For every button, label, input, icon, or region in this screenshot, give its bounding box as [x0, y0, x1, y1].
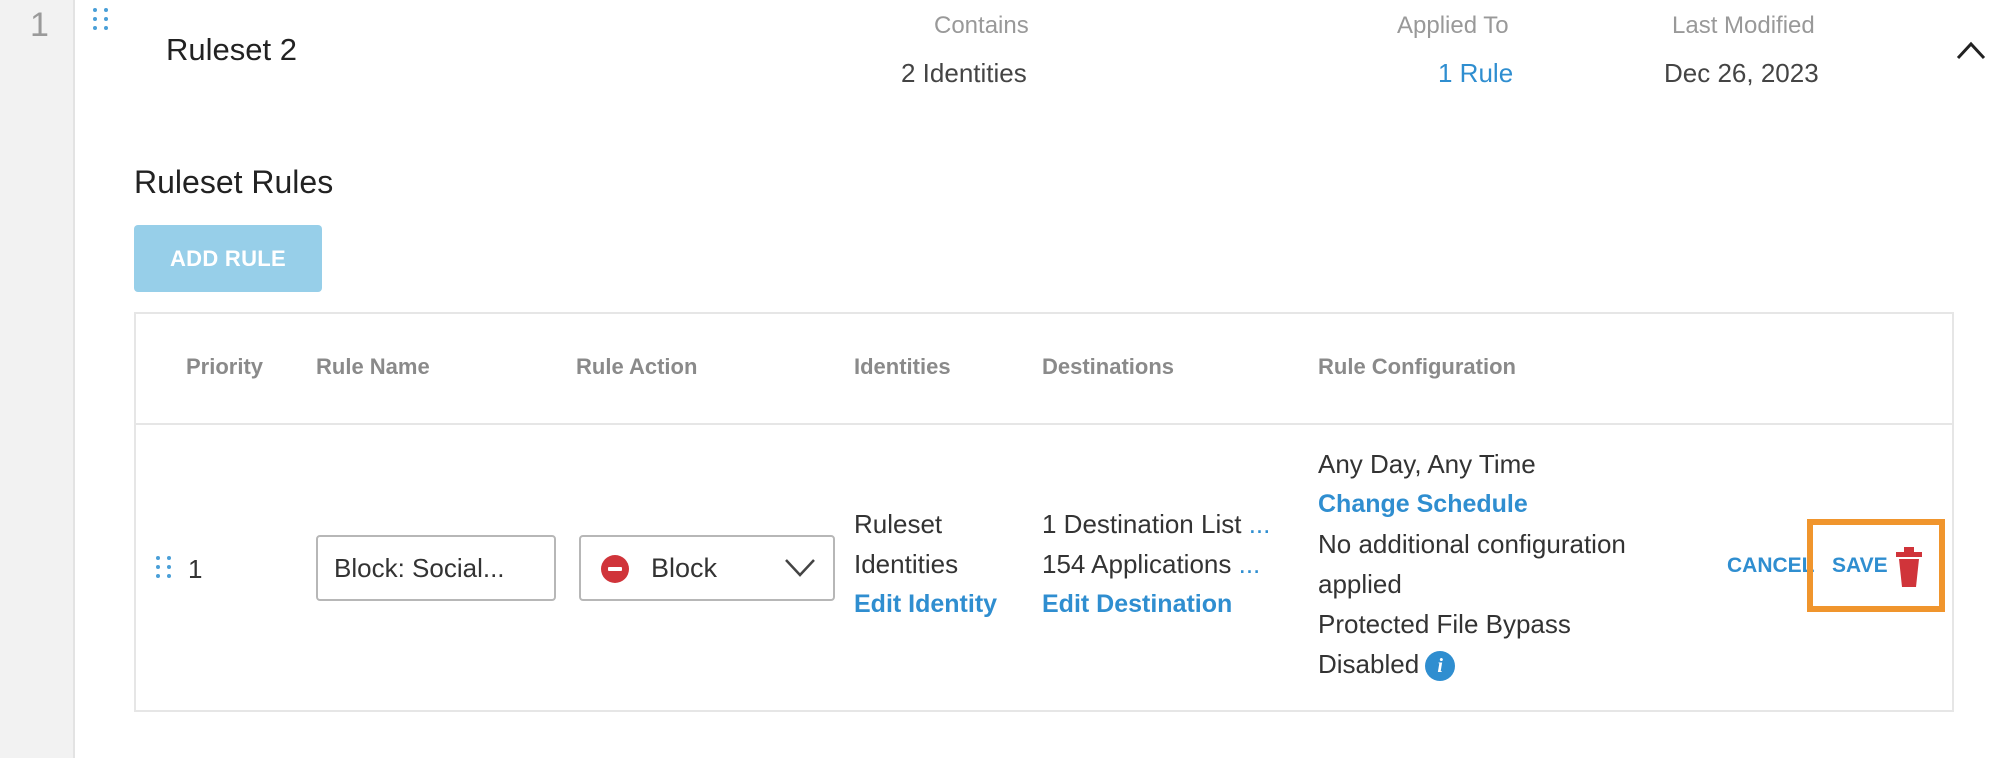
add-rule-button[interactable]: ADD RULE	[134, 225, 322, 292]
applications-more[interactable]: ...	[1239, 549, 1261, 579]
header-identities: Identities	[854, 354, 951, 379]
identities-line: Identities	[854, 549, 959, 579]
schedule-text: Any Day, Any Time	[1318, 449, 1536, 479]
drag-handle-icon[interactable]	[93, 8, 109, 30]
section-title: Ruleset Rules	[134, 164, 334, 200]
applied-to-link[interactable]: 1 Rule	[1438, 58, 1513, 89]
header-rule-configuration: Rule Configuration	[1318, 354, 1516, 379]
table-header: Priority Rule Name Rule Action Identitie…	[136, 314, 1952, 425]
row-gutter: 1	[0, 0, 75, 758]
header-priority: Priority	[186, 354, 264, 379]
identities-line: Ruleset	[854, 509, 943, 539]
applications-text: 154 Applications	[1042, 549, 1232, 579]
drag-handle-icon[interactable]	[156, 556, 172, 578]
rules-table: Priority Rule Name Rule Action Identitie…	[134, 312, 1954, 712]
edit-identity-link[interactable]: Edit Identity	[854, 584, 997, 624]
destination-list-more[interactable]: ...	[1249, 509, 1271, 539]
block-icon	[601, 555, 629, 583]
destinations-cell: 1 Destination List ... 154 Applications …	[1042, 504, 1270, 624]
bypass-text: Protected File Bypass	[1318, 609, 1571, 639]
info-icon[interactable]: i	[1425, 651, 1456, 682]
rule-action-select[interactable]: Block	[579, 535, 835, 601]
highlight-box	[1807, 519, 1945, 612]
rule-action-value: Block	[651, 553, 718, 583]
edit-destination-link[interactable]: Edit Destination	[1042, 584, 1270, 624]
chevron-down-icon	[785, 559, 815, 577]
last-modified-value: Dec 26, 2023	[1664, 58, 1819, 88]
last-modified-label: Last Modified	[1672, 12, 1815, 39]
cancel-button[interactable]: CANCEL	[1727, 554, 1819, 578]
destination-list-text: 1 Destination List	[1042, 509, 1242, 539]
identities-cell: Ruleset Identities Edit Identity	[854, 504, 997, 624]
config-text: applied	[1318, 569, 1402, 599]
header-destinations: Destinations	[1042, 354, 1175, 379]
chevron-up-icon[interactable]	[1954, 38, 1988, 62]
priority-value: 1	[188, 554, 203, 584]
contains-value: 2 Identities	[901, 58, 1027, 88]
change-schedule-link[interactable]: Change Schedule	[1318, 484, 1626, 524]
header-rule-name: Rule Name	[316, 354, 430, 379]
applied-to-label: Applied To	[1397, 12, 1509, 39]
contains-label: Contains	[934, 12, 1029, 39]
bypass-status: Disabled	[1318, 649, 1420, 679]
rule-configuration-cell: Any Day, Any Time Change Schedule No add…	[1318, 444, 1626, 684]
config-text: No additional configuration	[1318, 529, 1626, 559]
ruleset-name: Ruleset 2	[166, 32, 297, 67]
row-index: 1	[30, 6, 49, 44]
rule-name-input[interactable]	[316, 535, 556, 601]
header-rule-action: Rule Action	[576, 354, 698, 379]
